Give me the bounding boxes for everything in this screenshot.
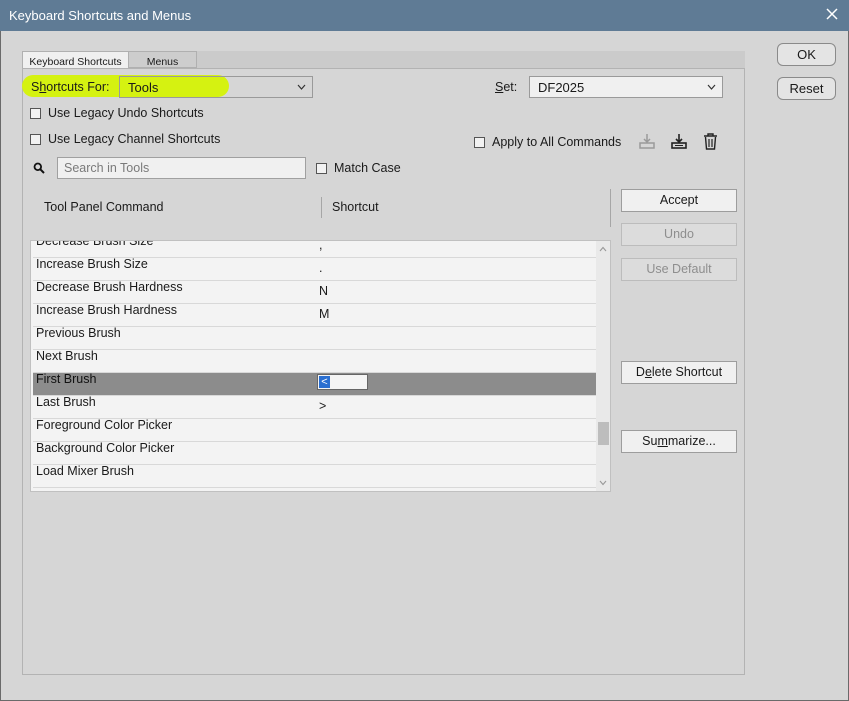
shortcut-cell: N — [319, 284, 329, 298]
column-header-shortcut[interactable]: Shortcut — [332, 200, 379, 214]
close-icon[interactable] — [823, 5, 841, 23]
set-value: DF2025 — [538, 80, 585, 95]
tab-keyboard-shortcuts[interactable]: Keyboard Shortcuts — [22, 51, 129, 68]
reset-button[interactable]: Reset — [777, 77, 836, 100]
search-placeholder: Search in Tools — [64, 161, 150, 175]
search-icon — [33, 162, 45, 174]
window-title: Keyboard Shortcuts and Menus — [9, 8, 192, 23]
shortcut-cell: , — [319, 240, 323, 252]
set-select[interactable]: DF2025 — [529, 76, 723, 98]
apply-all-checkbox[interactable] — [474, 137, 485, 148]
shortcuts-for-label: Shortcuts For: — [31, 80, 110, 94]
table-row[interactable]: Increase Brush Size . — [33, 257, 596, 281]
command-cell: Last Brush — [36, 395, 96, 409]
table-row[interactable]: Last Brush > — [33, 395, 596, 419]
scrollbar-thumb[interactable] — [598, 422, 609, 445]
column-divider[interactable] — [321, 197, 322, 218]
tab-menus[interactable]: Menus — [129, 51, 197, 68]
match-case-checkbox[interactable] — [316, 163, 327, 174]
legacy-undo-checkbox[interactable] — [30, 108, 41, 119]
table-row[interactable]: Increase Brush Hardness M — [33, 303, 596, 327]
table-header: Tool Panel Command Shortcut — [30, 189, 612, 227]
column-header-command[interactable]: Tool Panel Command — [44, 200, 164, 214]
search-input[interactable]: Search in Tools — [57, 157, 306, 179]
table-row[interactable]: Previous Brush — [33, 326, 596, 350]
table-row[interactable]: Next Brush — [33, 349, 596, 373]
command-cell: Decrease Brush Hardness — [36, 280, 183, 294]
command-cell: Next Brush — [36, 349, 98, 363]
shortcut-cell: . — [319, 261, 323, 275]
table-row[interactable]: Decrease Brush Hardness N — [33, 280, 596, 304]
shortcut-edit-value: < — [319, 376, 330, 388]
command-cell: Previous Brush — [36, 326, 121, 340]
command-cell: Foreground Color Picker — [36, 418, 173, 432]
shortcuts-for-select[interactable]: Tools — [119, 76, 313, 98]
apply-all-label: Apply to All Commands — [492, 135, 622, 149]
chevron-down-icon — [707, 84, 716, 90]
save-set-icon[interactable] — [638, 132, 656, 150]
legacy-channel-label: Use Legacy Channel Shortcuts — [48, 132, 221, 146]
ok-button[interactable]: OK — [777, 43, 836, 66]
scroll-up-icon[interactable] — [599, 246, 607, 252]
accept-button[interactable]: Accept — [621, 189, 737, 212]
shortcuts-for-value: Tools — [128, 80, 159, 95]
set-label: Set: — [495, 80, 518, 94]
save-set-as-icon[interactable] — [670, 132, 688, 150]
table-row[interactable]: Foreground Color Picker — [33, 418, 596, 442]
command-cell: Load Mixer Brush — [36, 464, 134, 478]
shortcut-cell: M — [319, 307, 330, 321]
delete-shortcut-button[interactable]: Delete Shortcut — [621, 361, 737, 384]
table-row[interactable]: Decrease Brush Size , — [33, 240, 596, 258]
shortcut-edit-field[interactable]: < — [317, 374, 368, 390]
command-cell: Decrease Brush Size — [36, 240, 154, 248]
undo-button[interactable]: Undo — [621, 223, 737, 246]
trash-icon[interactable] — [703, 133, 718, 150]
shortcuts-table: Decrease Brush Size , Increase Brush Siz… — [30, 240, 611, 492]
vertical-scrollbar[interactable] — [596, 241, 610, 491]
scroll-down-icon[interactable] — [599, 480, 607, 486]
shortcut-cell: > — [319, 399, 327, 413]
command-cell: Increase Brush Hardness — [36, 303, 178, 317]
command-cell: Background Color Picker — [36, 441, 175, 455]
match-case-label: Match Case — [334, 161, 401, 175]
table-row-selected[interactable]: First Brush < — [33, 372, 596, 396]
summarize-button[interactable]: Summarize... — [621, 430, 737, 453]
command-cell: Increase Brush Size — [36, 257, 148, 271]
command-cell: First Brush — [36, 372, 97, 386]
table-row[interactable]: Background Color Picker — [33, 441, 596, 465]
header-edge — [610, 189, 611, 227]
legacy-undo-label: Use Legacy Undo Shortcuts — [48, 106, 204, 120]
use-default-button[interactable]: Use Default — [621, 258, 737, 281]
table-row[interactable]: Load Mixer Brush — [33, 464, 596, 488]
title-bar: Keyboard Shortcuts and Menus — [0, 0, 849, 31]
chevron-down-icon — [297, 84, 306, 90]
legacy-channel-checkbox[interactable] — [30, 134, 41, 145]
